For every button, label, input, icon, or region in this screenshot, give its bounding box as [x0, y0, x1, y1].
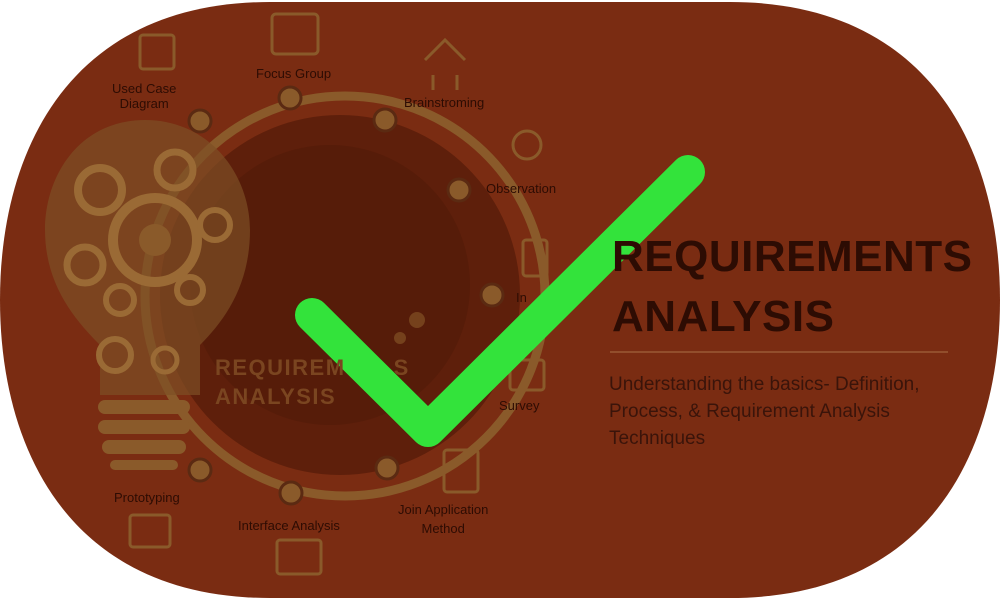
technique-label-used-case: Used Case Diagram: [112, 81, 176, 111]
technique-label-interface: Interface Analysis: [238, 518, 340, 533]
poster-card: Used Case Diagram Focus Group Brainstrom…: [0, 0, 1000, 600]
technique-label-interview: In: [516, 290, 527, 305]
technique-label-observation: Observation: [486, 181, 557, 196]
bulb-label-line1: REQUIREM S: [215, 355, 410, 381]
page-subtitle: Understanding the basics- Definition, Pr…: [609, 374, 920, 449]
technique-label-line: Diagram: [119, 96, 169, 111]
bulb-label-line2: ANALYSIS: [215, 384, 337, 409]
bulb-label-suffix: S: [393, 355, 410, 380]
bulb-label-text: REQUIREM: [215, 355, 346, 380]
technique-label-brainstorming: Brainstroming: [404, 95, 485, 110]
page-title-line2: ANALYSIS: [612, 292, 835, 341]
technique-label-line: Join Application: [398, 502, 489, 517]
technique-label-prototyping: Prototyping: [114, 490, 180, 505]
technique-label-line: Method: [421, 521, 465, 536]
technique-label-focus-group: Focus Group: [256, 66, 332, 81]
technique-label-line: Used Case: [112, 81, 177, 96]
technique-label-survey: Survey: [499, 398, 540, 413]
technique-label-jad: Join Application Method: [398, 500, 488, 538]
page-title: REQUIREMENTS: [612, 232, 973, 281]
